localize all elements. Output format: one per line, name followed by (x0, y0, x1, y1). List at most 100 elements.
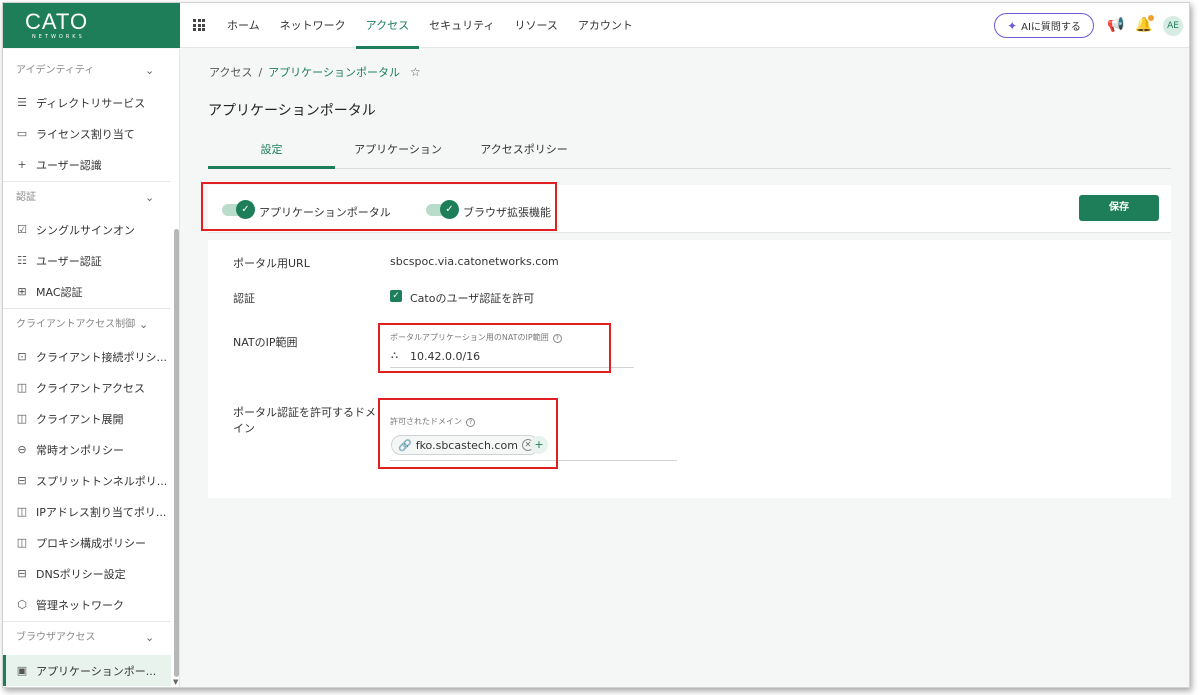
sidebar-item-user-awareness[interactable]: + ユーザー認識 (3, 149, 171, 180)
nav-security[interactable]: セキュリティ (419, 3, 504, 48)
avatar[interactable]: AE (1163, 16, 1183, 36)
ask-ai-button[interactable]: ✦ AIに質問する (994, 13, 1094, 38)
cato-auth-checkbox[interactable]: ✓ (390, 290, 402, 302)
rules-icon: ⊟ (17, 474, 27, 487)
breadcrumb-root[interactable]: アクセス (209, 64, 252, 80)
star-icon[interactable]: ☆ (410, 65, 421, 79)
grid-box-icon: ⊞ (17, 285, 27, 298)
sidebar-item-license-assignment[interactable]: ▭ ライセンス割り当て (3, 118, 171, 149)
highlight-box-nat (378, 323, 611, 373)
top-bar: CATO NETWORKS ホーム ネットワーク アクセス セキュリティ リソー… (3, 3, 1189, 49)
main-nav: ホーム ネットワーク アクセス セキュリティ リソース アカウント (217, 3, 643, 49)
grid-icon[interactable] (193, 19, 205, 31)
chevron-down-icon: ⌄ (145, 631, 155, 644)
chevron-down-icon: ⌄ (145, 191, 155, 204)
settings-form: ポータル用URL sbcspoc.via.catonetworks.com 認証… (208, 240, 1171, 498)
highlight-box-toggles (201, 182, 557, 231)
sidebar-item-label: ユーザー認識 (36, 158, 102, 172)
breadcrumb: アクセス / アプリケーションポータル ☆ (209, 64, 421, 80)
table-icon: ◫ (16, 381, 28, 394)
sidebar-item-management-network[interactable]: ⬡ 管理ネットワーク (3, 589, 171, 620)
portal-icon: ▣ (16, 664, 28, 677)
lock-icon: ⊖ (17, 443, 27, 456)
sidebar-item-label: プロキシ構成ポリシー (36, 536, 146, 550)
plus-icon: + (17, 158, 27, 171)
app-window: CATO NETWORKS ホーム ネットワーク アクセス セキュリティ リソー… (2, 2, 1190, 688)
sidebar-item-client-connection-policy[interactable]: ⊡ クライアント接続ポリシ... (3, 341, 171, 372)
sidebar-item-label: MAC認証 (36, 285, 83, 299)
card-icon: ▭ (16, 127, 28, 140)
sidebar-item-always-on-policy[interactable]: ⊖ 常時オンポリシー (3, 434, 171, 465)
sidebar-item-ip-allocation-policy[interactable]: ◫ IPアドレス割り当てポリ... (3, 496, 171, 527)
chevron-down-icon: ⌄ (145, 64, 155, 77)
section-title: ブラウザアクセス (16, 632, 96, 643)
sidebar-item-label: ライセンス割り当て (36, 127, 135, 141)
breadcrumb-current[interactable]: アプリケーションポータル (268, 64, 400, 80)
rules-icon: ⊟ (17, 567, 27, 580)
sidebar-section-client-access[interactable]: クライアントアクセス制御 ⌄ (3, 309, 171, 341)
sidebar-item-label: DNSポリシー設定 (36, 567, 126, 581)
table-icon: ◫ (16, 505, 28, 518)
sidebar-item-label: クライアント展開 (36, 412, 124, 426)
sparkle-icon: ✦ (1007, 18, 1018, 33)
table-icon: ◫ (16, 412, 28, 425)
portal-url-label: ポータル用URL (233, 257, 310, 270)
chevron-down-icon: ⌄ (139, 318, 149, 331)
sidebar-item-label: クライアント接続ポリシ... (36, 350, 168, 364)
sidebar-item-label: 管理ネットワーク (36, 598, 124, 612)
cato-logo[interactable]: CATO NETWORKS (3, 3, 180, 48)
nav-home[interactable]: ホーム (217, 3, 270, 48)
nat-range-label: NATのIP範囲 (233, 336, 298, 349)
tab-access-policy[interactable]: アクセスポリシー (464, 135, 584, 169)
tab-settings[interactable]: 設定 (208, 135, 335, 169)
sidebar-item-client-access[interactable]: ◫ クライアントアクセス (3, 372, 171, 403)
nav-account[interactable]: アカウント (568, 3, 643, 48)
sidebar: アイデンティティ ⌄ ☰ ディレクトリサービス ▭ ライセンス割り当て + ユー… (3, 49, 180, 687)
scrollbar-thumb[interactable] (174, 229, 179, 677)
sidebar-section-auth[interactable]: 認証 ⌄ (3, 182, 171, 214)
sidebar-item-directory-services[interactable]: ☰ ディレクトリサービス (3, 87, 171, 118)
logo-sub: NETWORKS (32, 34, 85, 40)
ask-ai-label: AIに質問する (1021, 22, 1081, 33)
sidebar-item-user-auth[interactable]: ☷ ユーザー認証 (3, 245, 171, 276)
sidebar-item-proxy-config-policy[interactable]: ◫ プロキシ構成ポリシー (3, 527, 171, 558)
domain-label: ポータル認証を許可するドメイン (233, 406, 376, 435)
sidebar-item-split-tunnel-policy[interactable]: ⊟ スプリットトンネルポリ... (3, 465, 171, 496)
section-title: アイデンティティ (16, 65, 95, 76)
highlight-box-domain (378, 398, 558, 469)
tab-applications[interactable]: アプリケーション (338, 135, 458, 169)
section-title: クライアントアクセス制御 (16, 319, 136, 330)
nav-access[interactable]: アクセス (355, 3, 420, 49)
megaphone-icon[interactable]: 📢 (1107, 17, 1124, 33)
save-button[interactable]: 保存 (1079, 195, 1159, 221)
sidebar-item-label: シングルサインオン (36, 223, 135, 237)
bullet-list-icon: ☷ (17, 254, 27, 267)
section-title: 認証 (16, 192, 36, 203)
tab-bar: 設定 アプリケーション アクセスポリシー (208, 135, 1171, 169)
sidebar-item-client-deployment[interactable]: ◫ クライアント展開 (3, 403, 171, 434)
nav-network[interactable]: ネットワーク (270, 3, 356, 48)
sidebar-item-label: ディレクトリサービス (36, 96, 146, 110)
nav-resources[interactable]: リソース (504, 3, 567, 48)
sidebar-item-mac-auth[interactable]: ⊞ MAC認証 (3, 276, 171, 307)
notification-dot (1148, 15, 1154, 21)
sidebar-section-identity[interactable]: アイデンティティ ⌄ (3, 55, 171, 87)
auth-label: 認証 (233, 292, 255, 305)
sidebar-item-label: ユーザー認証 (36, 254, 102, 268)
sidebar-section-browser-access[interactable]: ブラウザアクセス ⌄ (3, 622, 171, 654)
sidebar-item-sso[interactable]: ☑ シングルサインオン (3, 214, 171, 245)
portal-url-value: sbcspoc.via.catonetworks.com (390, 255, 559, 268)
page-title: アプリケーションポータル (208, 103, 376, 119)
cato-auth-checkbox-label: Catoのユーザ認証を許可 (410, 292, 535, 305)
sidebar-item-label: スプリットトンネルポリ... (36, 474, 168, 488)
scroll-down-icon[interactable]: ▼ (173, 678, 178, 686)
sidebar-scrollbar[interactable]: ▼ (172, 49, 180, 687)
sidebar-item-label: 常時オンポリシー (36, 443, 124, 457)
sidebar-item-label: IPアドレス割り当てポリ... (36, 505, 167, 519)
sidebar-item-dns-policy[interactable]: ⊟ DNSポリシー設定 (3, 558, 171, 589)
sidebar-item-label: アプリケーションポー... (36, 664, 157, 678)
sidebar-item-application-portal[interactable]: ▣ アプリケーションポー... (3, 655, 171, 686)
checkbox-icon: ☑ (17, 223, 27, 236)
policy-icon: ⊡ (17, 350, 27, 363)
table-icon: ◫ (16, 536, 28, 549)
